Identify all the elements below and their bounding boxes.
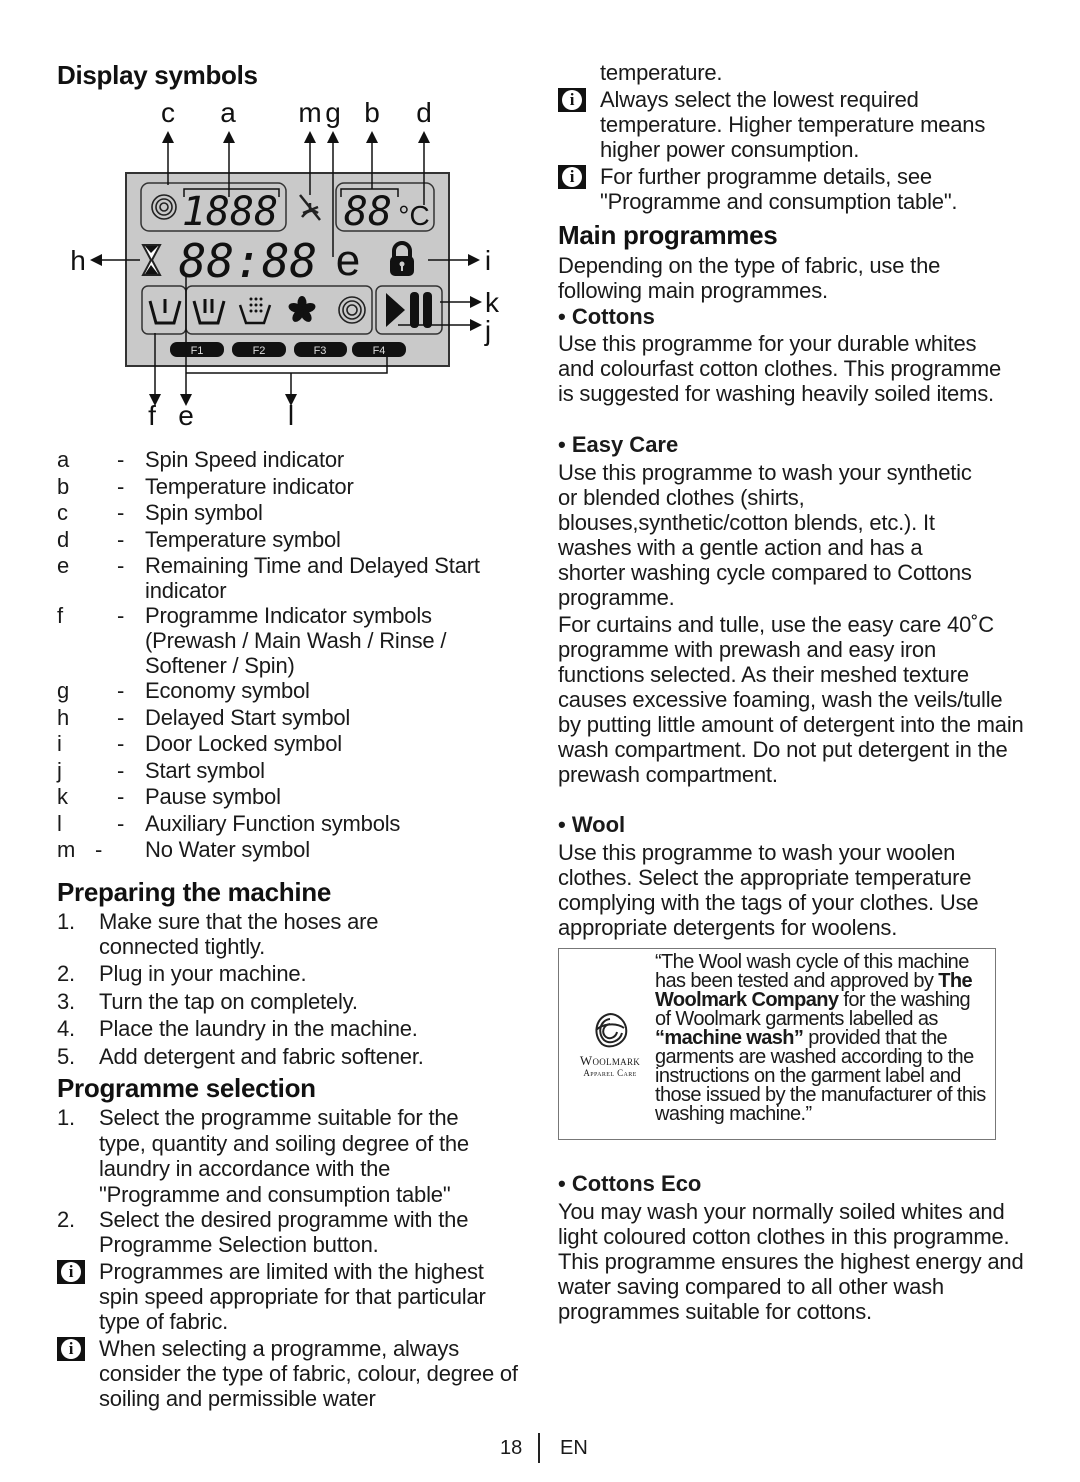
callout-k: k [485, 287, 500, 318]
programme-easycare-text: Use this programme to wash your syntheti… [558, 460, 972, 610]
main-intro: Depending on the type of fabric, use the… [558, 253, 941, 303]
callout-e: e [178, 400, 194, 431]
aux-f3: F3 [294, 342, 347, 357]
preparing-steps: 1. Make sure that the hoses are connected… [57, 909, 507, 1070]
callout-j: j [484, 315, 491, 346]
display-diagram: c a m g b d h i k j f e l 1888 88 °C 88:… [70, 97, 500, 431]
list-item: 2. Plug in your machine. [57, 961, 307, 986]
legend-item: h - Delayed Start symbol [57, 704, 351, 730]
legend-item: d - Temperature symbol [57, 526, 341, 552]
svg-text:F2: F2 [253, 345, 266, 357]
woolmark-box: Woolmark Apparel Care “The Wool wash cyc… [558, 948, 996, 1140]
legend-item: f - Programme Indicator symbols (Prewash /… [57, 603, 447, 678]
time-digits: 88:88 [179, 234, 317, 288]
pause-icon [410, 292, 419, 328]
aux-f2: F2 [232, 342, 286, 357]
temperature-digits: 88 [344, 189, 392, 235]
programme-easycare-title: • Easy Care [558, 432, 679, 457]
info-icon: i [558, 88, 586, 112]
legend-item: i - Door Locked symbol [57, 731, 342, 756]
list-item: 1. Select the programme suitable for the … [57, 1105, 469, 1207]
programme-wool-text: Use this programme to wash your woolen c… [558, 840, 979, 940]
aux-f1: F1 [170, 342, 224, 357]
aux-f4: F4 [352, 342, 406, 357]
display-symbols-title: Display symbols [57, 60, 258, 90]
callout-l: l [288, 400, 294, 431]
callout-a: a [220, 97, 236, 128]
rinse-drops [249, 297, 263, 313]
footer-divider [538, 1433, 540, 1463]
legend-item: k - Pause symbol [57, 784, 281, 809]
selection-title: Programme selection [57, 1073, 316, 1103]
symbol-legend: a - Spin Speed indicator b - Temperature ind… [57, 447, 527, 864]
language-code: EN [560, 1437, 588, 1459]
main-programmes-title: Main programmes [558, 220, 778, 250]
woolmark-icon [595, 1013, 628, 1048]
info-icon: i [558, 165, 586, 189]
legend-item: c - Spin symbol [57, 500, 263, 525]
list-item: 1. Make sure that the hoses are connected… [57, 909, 379, 959]
legend-item: m - No Water symbol [57, 837, 310, 862]
continued-text: temperature. [600, 60, 723, 85]
callout-i: i [485, 245, 491, 276]
temperature-unit: °C [398, 200, 429, 231]
page-footer: 18 EN [0, 1433, 1080, 1467]
list-item: 4. Place the laundry in the machine. [57, 1016, 418, 1041]
svg-text:F1: F1 [191, 345, 204, 357]
woolmark-statement: “The Wool wash cycle of this machine has… [655, 951, 986, 1125]
legend-item: g - Economy symbol [57, 678, 310, 703]
legend-item: e - Remaining Time and Delayed Start indic… [57, 553, 480, 603]
legend-item: j - Start symbol [57, 757, 265, 783]
economy-icon: e [336, 236, 360, 285]
list-item: 2. Select the desired programme with the … [57, 1207, 469, 1257]
list-item: 5. Add detergent and fabric softener. [57, 1043, 424, 1069]
info-icon: i [57, 1260, 85, 1284]
note-item: i Always select the lowest required tempe… [558, 87, 1028, 162]
callout-m: m [298, 97, 321, 128]
legend-item: b - Temperature indicator [57, 473, 354, 499]
svg-text:F4: F4 [373, 345, 386, 357]
callout-b: b [364, 97, 380, 128]
preparing-title: Preparing the machine [57, 877, 332, 907]
info-icon: i [57, 1337, 85, 1361]
woolmark-logo: Woolmark Apparel Care [565, 953, 655, 1135]
svg-text:F3: F3 [314, 345, 327, 357]
programme-cottons-text: Use this programme for your durable whit… [558, 331, 1002, 406]
programme-cottons-eco-title: • Cottons Eco [558, 1171, 702, 1196]
programme-cottons-eco-text: You may wash your normally soiled whites… [558, 1199, 1024, 1324]
callout-f: f [148, 400, 156, 431]
programme-easycare-curtains: For curtains and tulle, use the easy car… [558, 612, 1024, 787]
callout-c: c [161, 97, 175, 128]
legend-item: l - Auxiliary Function symbols [57, 810, 401, 836]
spin-speed-digits: 1888 [182, 189, 278, 235]
page-number: 18 [500, 1437, 523, 1459]
callout-d: d [416, 97, 432, 128]
programme-cottons-title: • Cottons [558, 304, 655, 329]
legend-item: a - Spin Speed indicator [57, 447, 345, 472]
note-item: i When selecting a programme, always cons… [57, 1336, 522, 1411]
note-item: i Programmes are limited with the highest… [57, 1259, 522, 1334]
note-item: i For further programme details, see "Pro… [558, 164, 1028, 214]
callout-g: g [325, 97, 341, 128]
list-item: 3. Turn the tap on completely. [57, 988, 358, 1014]
temperature-notes: i Always select the lowest required tempe… [558, 87, 1028, 214]
callout-h: h [70, 245, 86, 276]
selection-steps: 1. Select the programme suitable for the … [57, 1105, 522, 1411]
programme-wool-title: • Wool [558, 812, 626, 837]
